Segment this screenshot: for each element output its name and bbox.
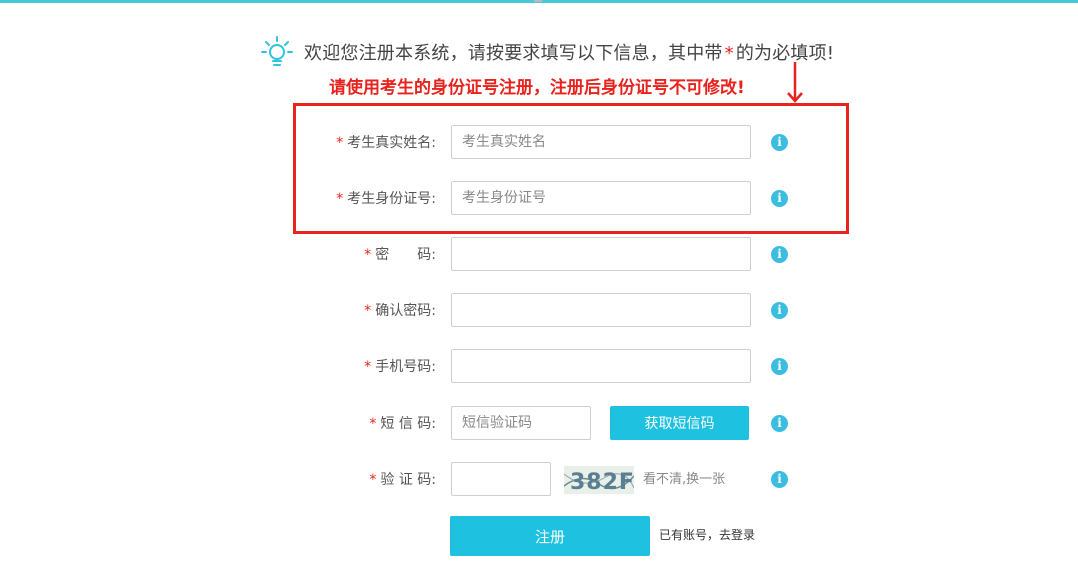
password-label: * 密 码: — [364, 247, 436, 263]
svg-text:382F: 382F — [570, 470, 634, 494]
info-icon[interactable]: i — [771, 471, 788, 488]
captcha-input[interactable] — [451, 462, 551, 496]
confirm-password-input[interactable] — [451, 293, 751, 327]
captcha-refresh-link[interactable]: 看不清,换一张 — [643, 462, 725, 498]
info-icon[interactable]: i — [771, 415, 788, 432]
idcard-warning: 请使用考生的身份证号注册，注册后身份证号不可修改! — [329, 78, 745, 98]
captcha-label: * 验 证 码: — [369, 472, 436, 488]
info-icon[interactable]: i — [771, 246, 788, 263]
down-arrow-icon — [787, 62, 803, 103]
top-line-mark — [534, 0, 542, 2]
get-sms-code-button[interactable]: 获取短信码 — [610, 406, 749, 440]
row-password: * 密 码: i — [0, 237, 1078, 273]
row-confirm-password: * 确认密码: i — [0, 293, 1078, 329]
name-input[interactable] — [451, 125, 751, 159]
register-button[interactable]: 注册 — [450, 516, 650, 556]
idcard-input[interactable] — [451, 181, 751, 215]
phone-input[interactable] — [451, 349, 751, 383]
idcard-label: * 考生身份证号: — [336, 191, 436, 207]
welcome-text: 欢迎您注册本系统，请按要求填写以下信息，其中带 * 的为必填项! — [304, 43, 835, 64]
login-link[interactable]: 已有账号，去登录 — [659, 526, 755, 543]
info-icon[interactable]: i — [771, 358, 788, 375]
info-icon[interactable]: i — [771, 190, 788, 207]
row-idcard: *考生身份证号: i — [0, 181, 1078, 217]
sms-code-input[interactable] — [451, 406, 591, 440]
lightbulb-icon — [261, 36, 293, 66]
info-icon[interactable]: i — [771, 134, 788, 151]
info-icon[interactable]: i — [771, 302, 788, 319]
row-name: *考生真实姓名: i — [0, 125, 1078, 161]
phone-label: * 手机号码: — [364, 359, 436, 375]
sms-label: * 短 信 码: — [369, 416, 436, 432]
row-phone: * 手机号码: i — [0, 349, 1078, 385]
welcome-banner: 欢迎您注册本系统，请按要求填写以下信息，其中带 * 的为必填项! — [260, 36, 834, 68]
row-sms: *短 信 码: 获取短信码 i — [0, 406, 1078, 442]
confirm-password-label: * 确认密码: — [364, 303, 436, 319]
password-input[interactable] — [451, 237, 751, 271]
row-captcha: * 验 证 码: 382F 看不清,换一张 i — [0, 462, 1078, 498]
captcha-image[interactable]: 382F — [564, 466, 634, 494]
name-label: * 考生真实姓名: — [336, 135, 436, 151]
required-star: * — [724, 43, 734, 64]
